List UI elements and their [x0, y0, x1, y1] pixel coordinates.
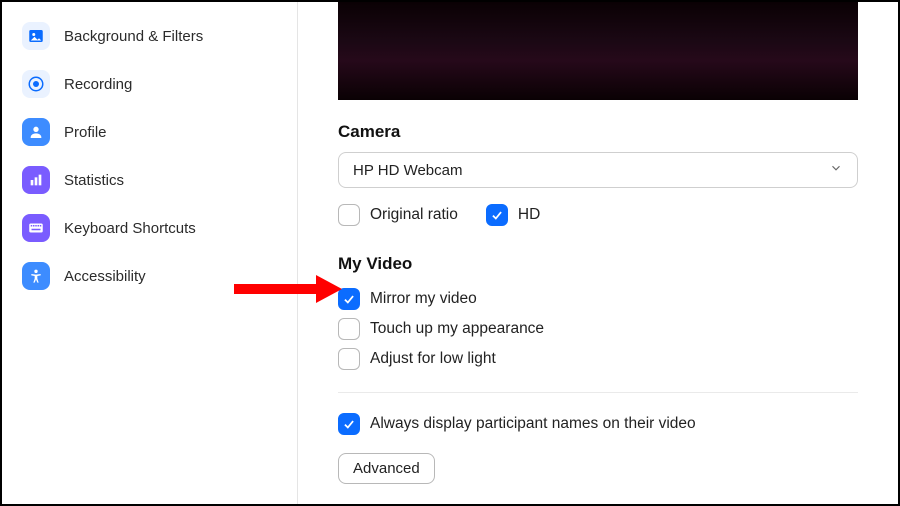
video-preview [338, 2, 858, 100]
image-icon [22, 22, 50, 50]
hd-option[interactable]: HD [486, 200, 540, 230]
camera-options-row: Original ratio HD [338, 200, 858, 230]
sidebar-item-background-filters[interactable]: Background & Filters [2, 12, 297, 60]
checkbox-label: Mirror my video [370, 290, 477, 308]
checkbox[interactable] [338, 288, 360, 310]
sidebar-item-label: Accessibility [64, 268, 146, 285]
camera-selected: HP HD Webcam [353, 162, 462, 179]
camera-heading: Camera [338, 122, 858, 142]
sidebar-item-label: Statistics [64, 172, 124, 189]
stats-icon [22, 166, 50, 194]
checkbox-label: Always display participant names on thei… [370, 415, 696, 433]
checkbox-label: Touch up my appearance [370, 320, 544, 338]
sidebar-item-label: Keyboard Shortcuts [64, 220, 196, 237]
checkbox[interactable] [338, 413, 360, 435]
keyboard-icon [22, 214, 50, 242]
always-display-names-option[interactable]: Always display participant names on thei… [338, 409, 858, 439]
sidebar-item-label: Recording [64, 76, 132, 93]
record-icon [22, 70, 50, 98]
sidebar-item-statistics[interactable]: Statistics [2, 156, 297, 204]
sidebar-item-profile[interactable]: Profile [2, 108, 297, 156]
accessibility-icon [22, 262, 50, 290]
camera-select[interactable]: HP HD Webcam [338, 152, 858, 188]
checkbox[interactable] [338, 348, 360, 370]
checkbox[interactable] [338, 204, 360, 226]
sidebar-item-label: Background & Filters [64, 28, 203, 45]
touch-up-appearance-option[interactable]: Touch up my appearance [338, 314, 858, 344]
my-video-heading: My Video [338, 254, 858, 274]
settings-panel: Camera HP HD Webcam Original ratio HD [298, 2, 898, 504]
checkbox-label: Original ratio [370, 206, 458, 224]
chevron-down-icon [829, 161, 843, 180]
checkbox-label: HD [518, 206, 540, 224]
checkbox[interactable] [486, 204, 508, 226]
sidebar-item-label: Profile [64, 124, 107, 141]
profile-icon [22, 118, 50, 146]
sidebar-item-accessibility[interactable]: Accessibility [2, 252, 297, 300]
adjust-low-light-option[interactable]: Adjust for low light [338, 344, 858, 374]
settings-sidebar: Background & Filters Recording Profile S… [2, 2, 298, 504]
checkbox-label: Adjust for low light [370, 350, 496, 368]
advanced-button[interactable]: Advanced [338, 453, 435, 484]
original-ratio-option[interactable]: Original ratio [338, 200, 458, 230]
sidebar-item-keyboard-shortcuts[interactable]: Keyboard Shortcuts [2, 204, 297, 252]
mirror-my-video-option[interactable]: Mirror my video [338, 284, 858, 314]
checkbox[interactable] [338, 318, 360, 340]
divider [338, 392, 858, 393]
sidebar-item-recording[interactable]: Recording [2, 60, 297, 108]
